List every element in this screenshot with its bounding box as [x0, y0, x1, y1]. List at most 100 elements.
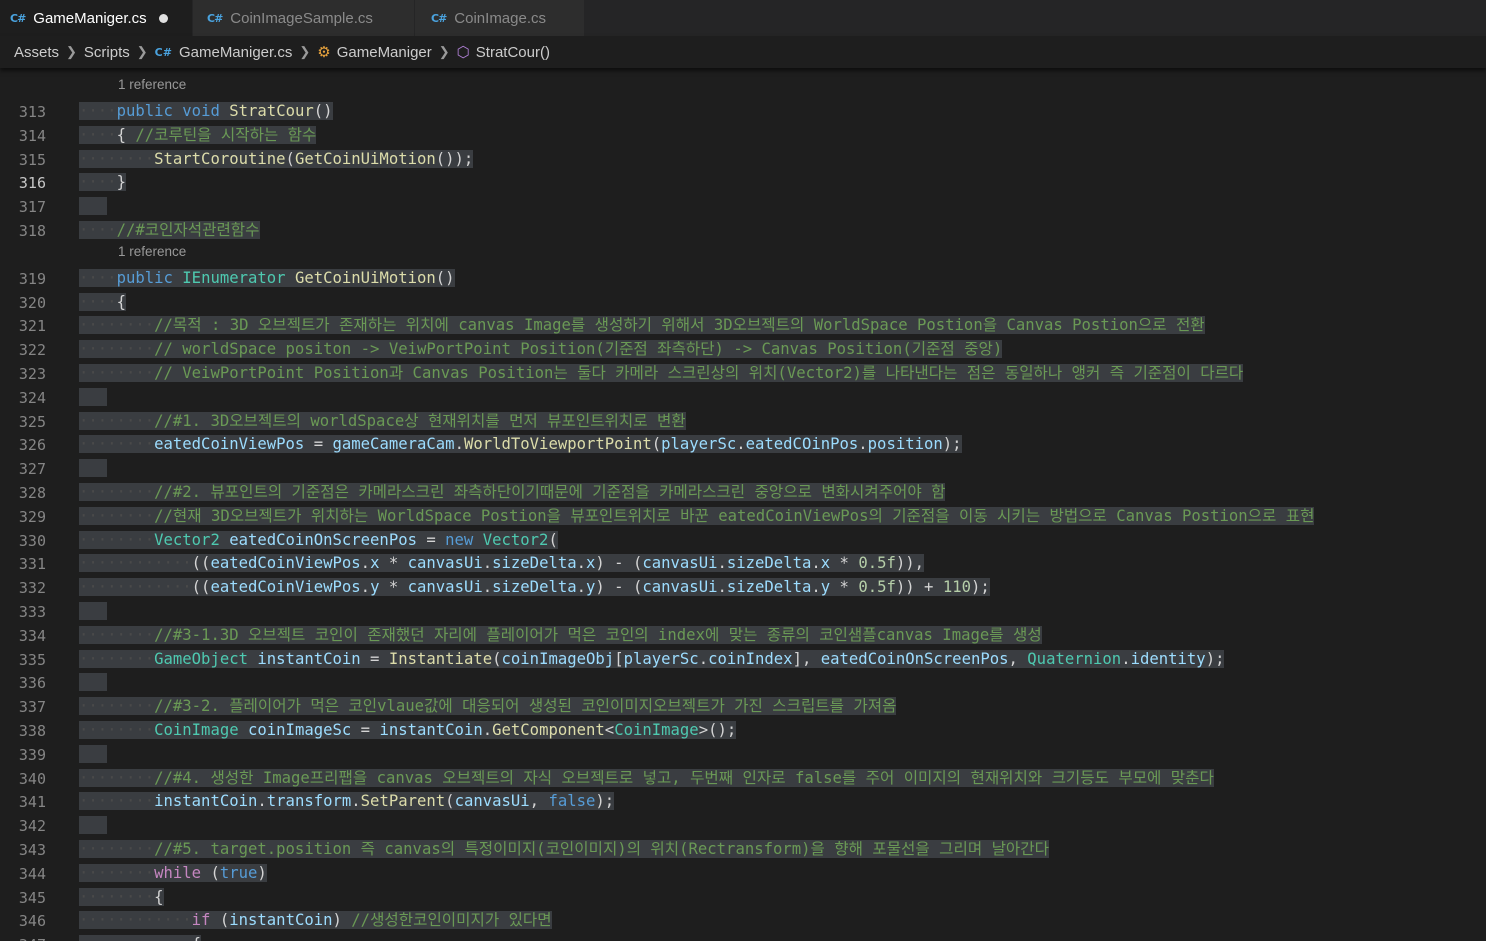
code-token: . [811, 578, 821, 597]
code-line[interactable]: 344 ········while (true) [0, 862, 1486, 886]
tab-coinimagesample[interactable]: C# CoinImageSample.cs [193, 0, 415, 36]
breadcrumb-assets[interactable]: Assets [14, 44, 59, 61]
code-line[interactable]: 323 ········// VeiwPortPoint Position과 Ca… [0, 362, 1486, 386]
code-token: GetCoinUiMotion [294, 149, 436, 168]
code-token: [ [614, 649, 624, 668]
breadcrumb-class[interactable]: GameManiger [337, 44, 432, 61]
code-text [79, 814, 108, 838]
line-number: 329 [18, 507, 46, 526]
line-number: 319 [18, 269, 46, 288]
code-token: . [736, 435, 746, 454]
code-line[interactable]: 320 ····{ [0, 291, 1486, 315]
code-line[interactable]: 315 ········StartCoroutine(GetCoinUiMotio… [0, 148, 1486, 172]
whitespace-dots [79, 673, 107, 691]
breadcrumb: Assets ❯ Scripts ❯ C# GameManiger.cs ❯ ⚙… [0, 36, 1486, 68]
code-token: ) [332, 911, 352, 930]
whitespace-dots: ········ [79, 149, 155, 168]
breadcrumb-file[interactable]: GameManiger.cs [179, 44, 292, 61]
code-line[interactable]: 327 [0, 457, 1486, 481]
code-line[interactable]: 347 ············{ [0, 933, 1486, 941]
code-line[interactable]: 340 ········//#4. 생성한 Image프리팹을 canvas 오브… [0, 767, 1486, 791]
unsaved-dot-icon[interactable] [158, 13, 168, 23]
code-line[interactable]: 326 ········eatedCoinViewPos = gameCamera… [0, 433, 1486, 457]
breadcrumb-scripts[interactable]: Scripts [84, 44, 130, 61]
line-number: 331 [18, 555, 46, 574]
code-text: ········Vector2 eatedCoinOnScreenPos = n… [79, 529, 558, 553]
code-line[interactable]: 332 ············((eatedCoinViewPos.y * ca… [0, 576, 1486, 600]
code-line[interactable]: 313 ····public void StratCour() [0, 100, 1486, 124]
code-line[interactable]: 335 ········GameObject instantCoin = Inst… [0, 648, 1486, 672]
chevron-right-icon: ❯ [66, 44, 77, 59]
line-number: 324 [18, 388, 46, 407]
line-number: 344 [18, 864, 46, 883]
code-editor[interactable]: 1 reference 313 ····public void StratCour(… [0, 68, 1486, 941]
code-token: . [576, 578, 587, 597]
code-line[interactable]: 342 [0, 814, 1486, 838]
code-text: ········//#3-2. 플레이어가 먹은 코인vlaue값에 대응되어 … [79, 695, 897, 719]
code-token: SetParent [360, 792, 446, 811]
code-token: StartCoroutine [154, 149, 286, 168]
code-token: , [1008, 649, 1028, 668]
code-line[interactable]: 329 ········//현재 3D오브젝트가 위치하는 WorldSpace … [0, 505, 1486, 529]
code-line[interactable]: 319 ····public IEnumerator GetCoinUiMotio… [0, 267, 1486, 291]
code-line[interactable]: 333 [0, 600, 1486, 624]
code-text [79, 600, 108, 624]
code-line[interactable]: 317 [0, 195, 1486, 219]
code-line[interactable]: 330 ········Vector2 eatedCoinOnScreenPos … [0, 529, 1486, 553]
code-token: StratCour [229, 102, 314, 120]
code-line[interactable]: 341 ········instantCoin.transform.SetPare… [0, 790, 1486, 814]
whitespace-dots: ········ [79, 316, 155, 335]
code-line[interactable]: 316 ····} [0, 171, 1486, 195]
code-line[interactable]: 338 ········CoinImage coinImageSc = insta… [0, 719, 1486, 743]
whitespace-dots: ········ [79, 411, 155, 430]
code-token: . [482, 578, 493, 597]
code-token: * [830, 578, 859, 597]
code-token: playerSc [623, 649, 699, 668]
tab-gamemaniger[interactable]: C# GameManiger.cs [0, 0, 193, 36]
code-line[interactable]: 321 ········//목적 : 3D 오브젝트가 존재하는 위치에 canv… [0, 314, 1486, 338]
code-line[interactable]: 322 ········// worldSpace positon -> Veiw… [0, 338, 1486, 362]
code-line[interactable]: 345 ········{ [0, 886, 1486, 910]
code-token: //#5. target.position 즉 canvas의 특정이미지(코인… [154, 840, 1049, 858]
code-line[interactable]: 314 ····{ //코루틴을 시작하는 함수 [0, 124, 1486, 148]
code-token: WorldToViewportPoint [463, 435, 652, 454]
code-line[interactable]: 324 [0, 386, 1486, 410]
whitespace-dots: ········ [79, 863, 155, 882]
code-line[interactable]: 318 ····//#코인자석관련함수 [0, 219, 1486, 243]
code-line[interactable]: 337 ········//#3-2. 플레이어가 먹은 코인vlaue값에 대응… [0, 695, 1486, 719]
code-token: //#3-1.3D 오브젝트 코인이 존재했던 자리에 플레이어가 먹은 코인의… [154, 625, 1042, 644]
code-token: } [116, 173, 126, 192]
code-token: * [830, 554, 859, 573]
code-token: //코루틴을 시작하는 함수 [135, 125, 317, 144]
whitespace-dots: ···· [79, 102, 117, 120]
codelens-references[interactable]: 1 reference [118, 244, 186, 259]
whitespace-dots: ········ [79, 840, 155, 858]
code-line[interactable]: 331 ············((eatedCoinViewPos.x * ca… [0, 552, 1486, 576]
breadcrumb-method[interactable]: StratCour() [476, 44, 550, 61]
line-number: 342 [18, 817, 46, 836]
code-text: ····{ //코루틴을 시작하는 함수 [79, 124, 317, 148]
code-line[interactable]: 325 ········//#1. 3D오브젝트의 worldSpace상 현재위… [0, 410, 1486, 434]
code-line[interactable]: 328 ········//#2. 뷰포인트의 기준점은 카메라스크린 좌측하단이… [0, 481, 1486, 505]
whitespace-dots [79, 459, 107, 477]
code-text [79, 743, 108, 767]
code-line[interactable]: 339 [0, 743, 1486, 767]
whitespace-dots: ········ [79, 649, 155, 668]
code-line[interactable]: 343 ········//#5. target.position 즉 canva… [0, 838, 1486, 862]
code-token: sizeDelta [492, 578, 577, 597]
code-token: sizeDelta [492, 554, 577, 573]
code-text: ········//#1. 3D오브젝트의 worldSpace상 현재위치를 … [79, 410, 686, 434]
code-line[interactable]: 336 [0, 671, 1486, 695]
tab-coinimage[interactable]: C# CoinImage.cs [415, 0, 585, 36]
code-token: = [360, 649, 389, 668]
code-text: ········StartCoroutine(GetCoinUiMotion()… [79, 148, 474, 172]
code-token: canvasUi [407, 554, 483, 573]
code-line[interactable]: 346 ············if (instantCoin) //생성한코인이… [0, 909, 1486, 933]
codelens-references[interactable]: 1 reference [118, 77, 186, 92]
code-token: gameCameraCam [332, 435, 455, 454]
code-line[interactable]: 334 ········//#3-1.3D 오브젝트 코인이 존재했던 자리에 플… [0, 624, 1486, 648]
